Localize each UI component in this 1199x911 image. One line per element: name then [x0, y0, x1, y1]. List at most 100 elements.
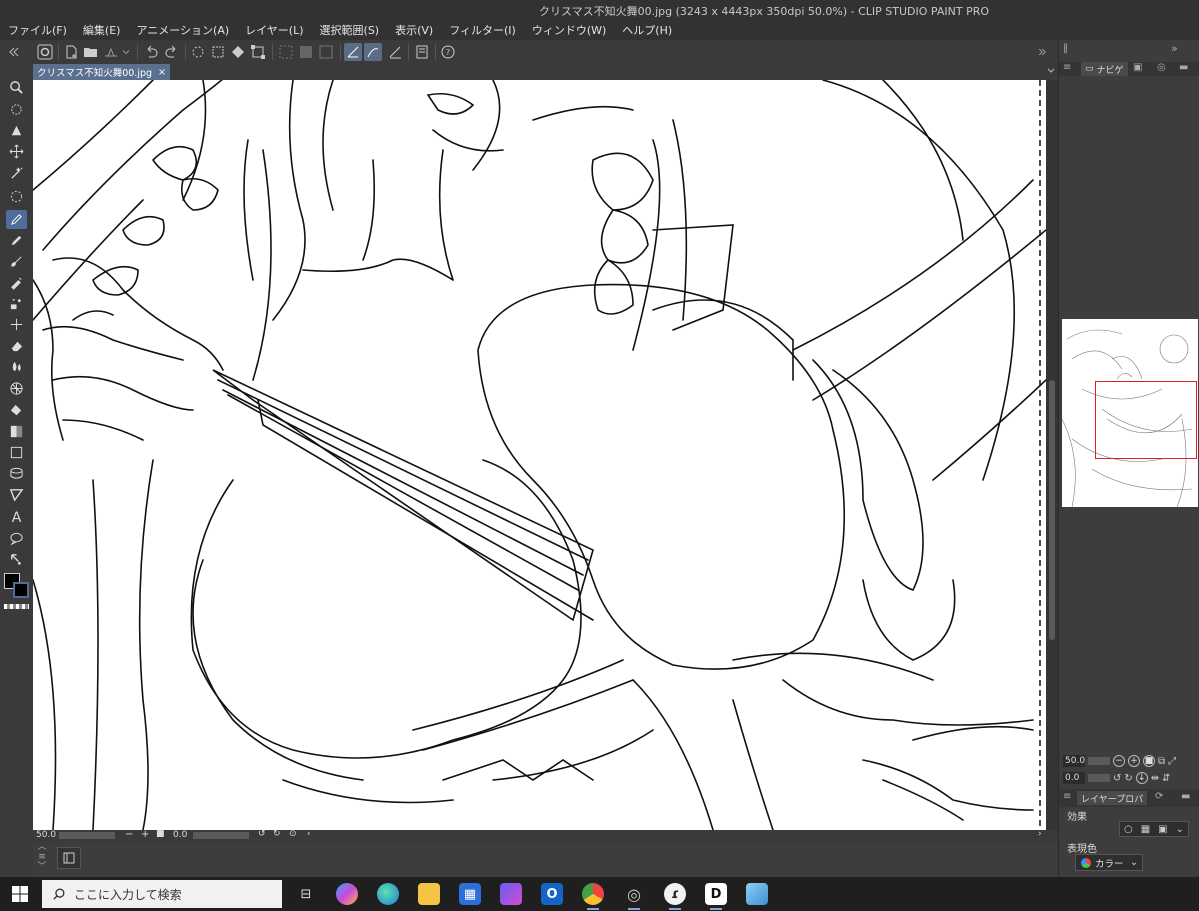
- frame-border-tool-icon[interactable]: [6, 464, 27, 483]
- move-tool-icon[interactable]: [6, 142, 27, 161]
- effect-buttons[interactable]: ○ ▦ ▣ ⌄: [1119, 821, 1189, 837]
- expression-color-select[interactable]: カラー ⌄: [1075, 854, 1143, 871]
- fill-icon[interactable]: [229, 43, 247, 61]
- ruler-tool-icon[interactable]: [6, 485, 27, 504]
- pen-tool-icon[interactable]: [6, 210, 27, 229]
- figure-ruler-tool-icon[interactable]: [6, 379, 27, 398]
- airbrush-tool-icon[interactable]: [6, 273, 27, 292]
- menu-selection[interactable]: 選択範囲(S): [312, 22, 388, 38]
- outlook-icon[interactable]: O: [541, 883, 563, 905]
- rotate-right-icon[interactable]: ↻: [273, 829, 281, 839]
- panel-collapse-icon[interactable]: ︿ ≡ ﹀: [35, 842, 49, 872]
- new-file-icon[interactable]: [62, 43, 80, 61]
- chevron-down-icon[interactable]: [120, 43, 132, 61]
- collapse-left-icon[interactable]: [4, 43, 22, 61]
- canvas-vertical-scrollbar[interactable]: [1046, 80, 1058, 830]
- auto-select-tool-icon[interactable]: [6, 164, 27, 183]
- sub-color-swatch[interactable]: [13, 582, 29, 598]
- minimize-icon[interactable]: ▬: [1181, 791, 1190, 802]
- zoom-out-icon[interactable]: −: [125, 829, 133, 840]
- collapse-right-icon[interactable]: [1037, 43, 1049, 61]
- save-icon[interactable]: [102, 43, 120, 61]
- fill-tool-icon[interactable]: [6, 401, 27, 420]
- navigator-view-rectangle[interactable]: [1095, 381, 1197, 459]
- rotation-slider[interactable]: [193, 832, 249, 839]
- menu-view[interactable]: 表示(V): [387, 22, 441, 38]
- timeline-toggle-button[interactable]: [57, 847, 81, 869]
- navigator-zoom-slider[interactable]: [1088, 757, 1110, 765]
- menu-icon[interactable]: ≡: [1063, 791, 1071, 802]
- border-effect-icon[interactable]: ○: [1124, 824, 1133, 835]
- gradient-tool-icon[interactable]: [6, 422, 27, 441]
- fit-view-icon[interactable]: ■: [1143, 755, 1155, 767]
- layer-search-tab-icon[interactable]: ⟳: [1155, 791, 1163, 802]
- layer-property-tab[interactable]: レイヤープロパ: [1077, 791, 1148, 805]
- snap-to-ruler-icon[interactable]: [344, 43, 362, 61]
- document-tab[interactable]: クリスマス不知火舞00.jpg ×: [33, 64, 170, 80]
- brush-tool-icon[interactable]: [6, 252, 27, 271]
- drawing-canvas[interactable]: [33, 80, 1046, 830]
- redo-icon[interactable]: [163, 43, 181, 61]
- zoom-in-icon[interactable]: +: [1128, 755, 1140, 767]
- fit-window-icon[interactable]: ⤢: [1168, 756, 1176, 767]
- scroll-right-icon[interactable]: ›: [1038, 829, 1042, 839]
- snap-to-grid-icon[interactable]: [386, 43, 404, 61]
- invert-selection-icon[interactable]: [297, 43, 315, 61]
- expand-selection-icon[interactable]: [317, 43, 335, 61]
- chevron-down-icon[interactable]: [1045, 65, 1057, 79]
- app-blue-icon[interactable]: [746, 883, 768, 905]
- loading-icon[interactable]: [189, 43, 207, 61]
- figure-tool-icon[interactable]: [6, 443, 27, 462]
- scroll-left-icon[interactable]: ‹: [307, 829, 311, 839]
- zoom-in-icon[interactable]: +: [141, 829, 149, 840]
- tone-effect-icon[interactable]: ▦: [1141, 824, 1150, 835]
- balloon-tool-icon[interactable]: [6, 529, 27, 548]
- zoom-tool-icon[interactable]: [6, 78, 27, 97]
- close-icon[interactable]: ×: [158, 67, 166, 78]
- deselect-icon[interactable]: [277, 43, 295, 61]
- minimize-icon[interactable]: ▬: [1179, 62, 1188, 73]
- decoration-tool-icon[interactable]: [6, 294, 27, 313]
- zoom-value[interactable]: 50.0: [36, 830, 56, 840]
- blend-tool-icon[interactable]: [6, 357, 27, 376]
- reset-rotation-icon[interactable]: ↓: [1135, 772, 1148, 784]
- copilot-icon[interactable]: [336, 883, 358, 905]
- sparkle-tool-icon[interactable]: [6, 315, 27, 334]
- object-tool-icon[interactable]: [6, 121, 27, 140]
- rotate-right-icon[interactable]: ↻: [1124, 773, 1132, 784]
- transparent-color-swatch[interactable]: [4, 604, 29, 609]
- fit-screen-icon[interactable]: ⧉: [1158, 756, 1165, 767]
- rotate-tool-icon[interactable]: [6, 100, 27, 119]
- fit-screen-icon[interactable]: ■: [156, 829, 165, 839]
- navigator-rotation-slider[interactable]: [1088, 774, 1110, 782]
- clip-studio-button[interactable]: [36, 43, 54, 61]
- reset-rotation-icon[interactable]: ⊙: [289, 829, 297, 839]
- correct-line-tool-icon[interactable]: [6, 550, 27, 569]
- navigator-tab[interactable]: ▭ ナビゲ: [1081, 62, 1128, 76]
- transform-icon[interactable]: [249, 43, 267, 61]
- menu-layer[interactable]: レイヤー(L): [237, 22, 311, 38]
- layer-color-icon[interactable]: ▣: [1158, 824, 1167, 835]
- rotate-left-icon[interactable]: ↺: [1113, 773, 1121, 784]
- file-explorer-icon[interactable]: [418, 883, 440, 905]
- help-icon[interactable]: ?: [439, 43, 457, 61]
- subview-tab-icon[interactable]: ▣: [1133, 62, 1142, 73]
- eraser-tool-icon[interactable]: [6, 336, 27, 355]
- rotate-left-icon[interactable]: ↺: [258, 829, 266, 839]
- navigator-zoom-value[interactable]: 50.0: [1063, 755, 1085, 767]
- menu-filter[interactable]: フィルター(I): [441, 22, 524, 38]
- store-icon[interactable]: ▦: [459, 883, 481, 905]
- menu-animation[interactable]: アニメーション(A): [128, 22, 237, 38]
- rotation-value[interactable]: 0.0: [173, 830, 187, 840]
- zoom-out-icon[interactable]: −: [1113, 755, 1125, 767]
- snap-to-special-ruler-icon[interactable]: [364, 43, 382, 61]
- panel-grip-icon[interactable]: ‖: [1063, 43, 1068, 54]
- chevron-down-icon[interactable]: ⌄: [1176, 824, 1184, 835]
- task-view-icon[interactable]: ⊟: [295, 883, 317, 905]
- menu-edit[interactable]: 編集(E): [75, 22, 129, 38]
- menu-window[interactable]: ウィンドウ(W): [524, 22, 614, 38]
- selection-tool-icon[interactable]: [6, 187, 27, 206]
- zoom-slider[interactable]: [59, 832, 115, 839]
- collapse-right-icon[interactable]: »: [1171, 42, 1178, 55]
- copilot-app-icon[interactable]: [500, 883, 522, 905]
